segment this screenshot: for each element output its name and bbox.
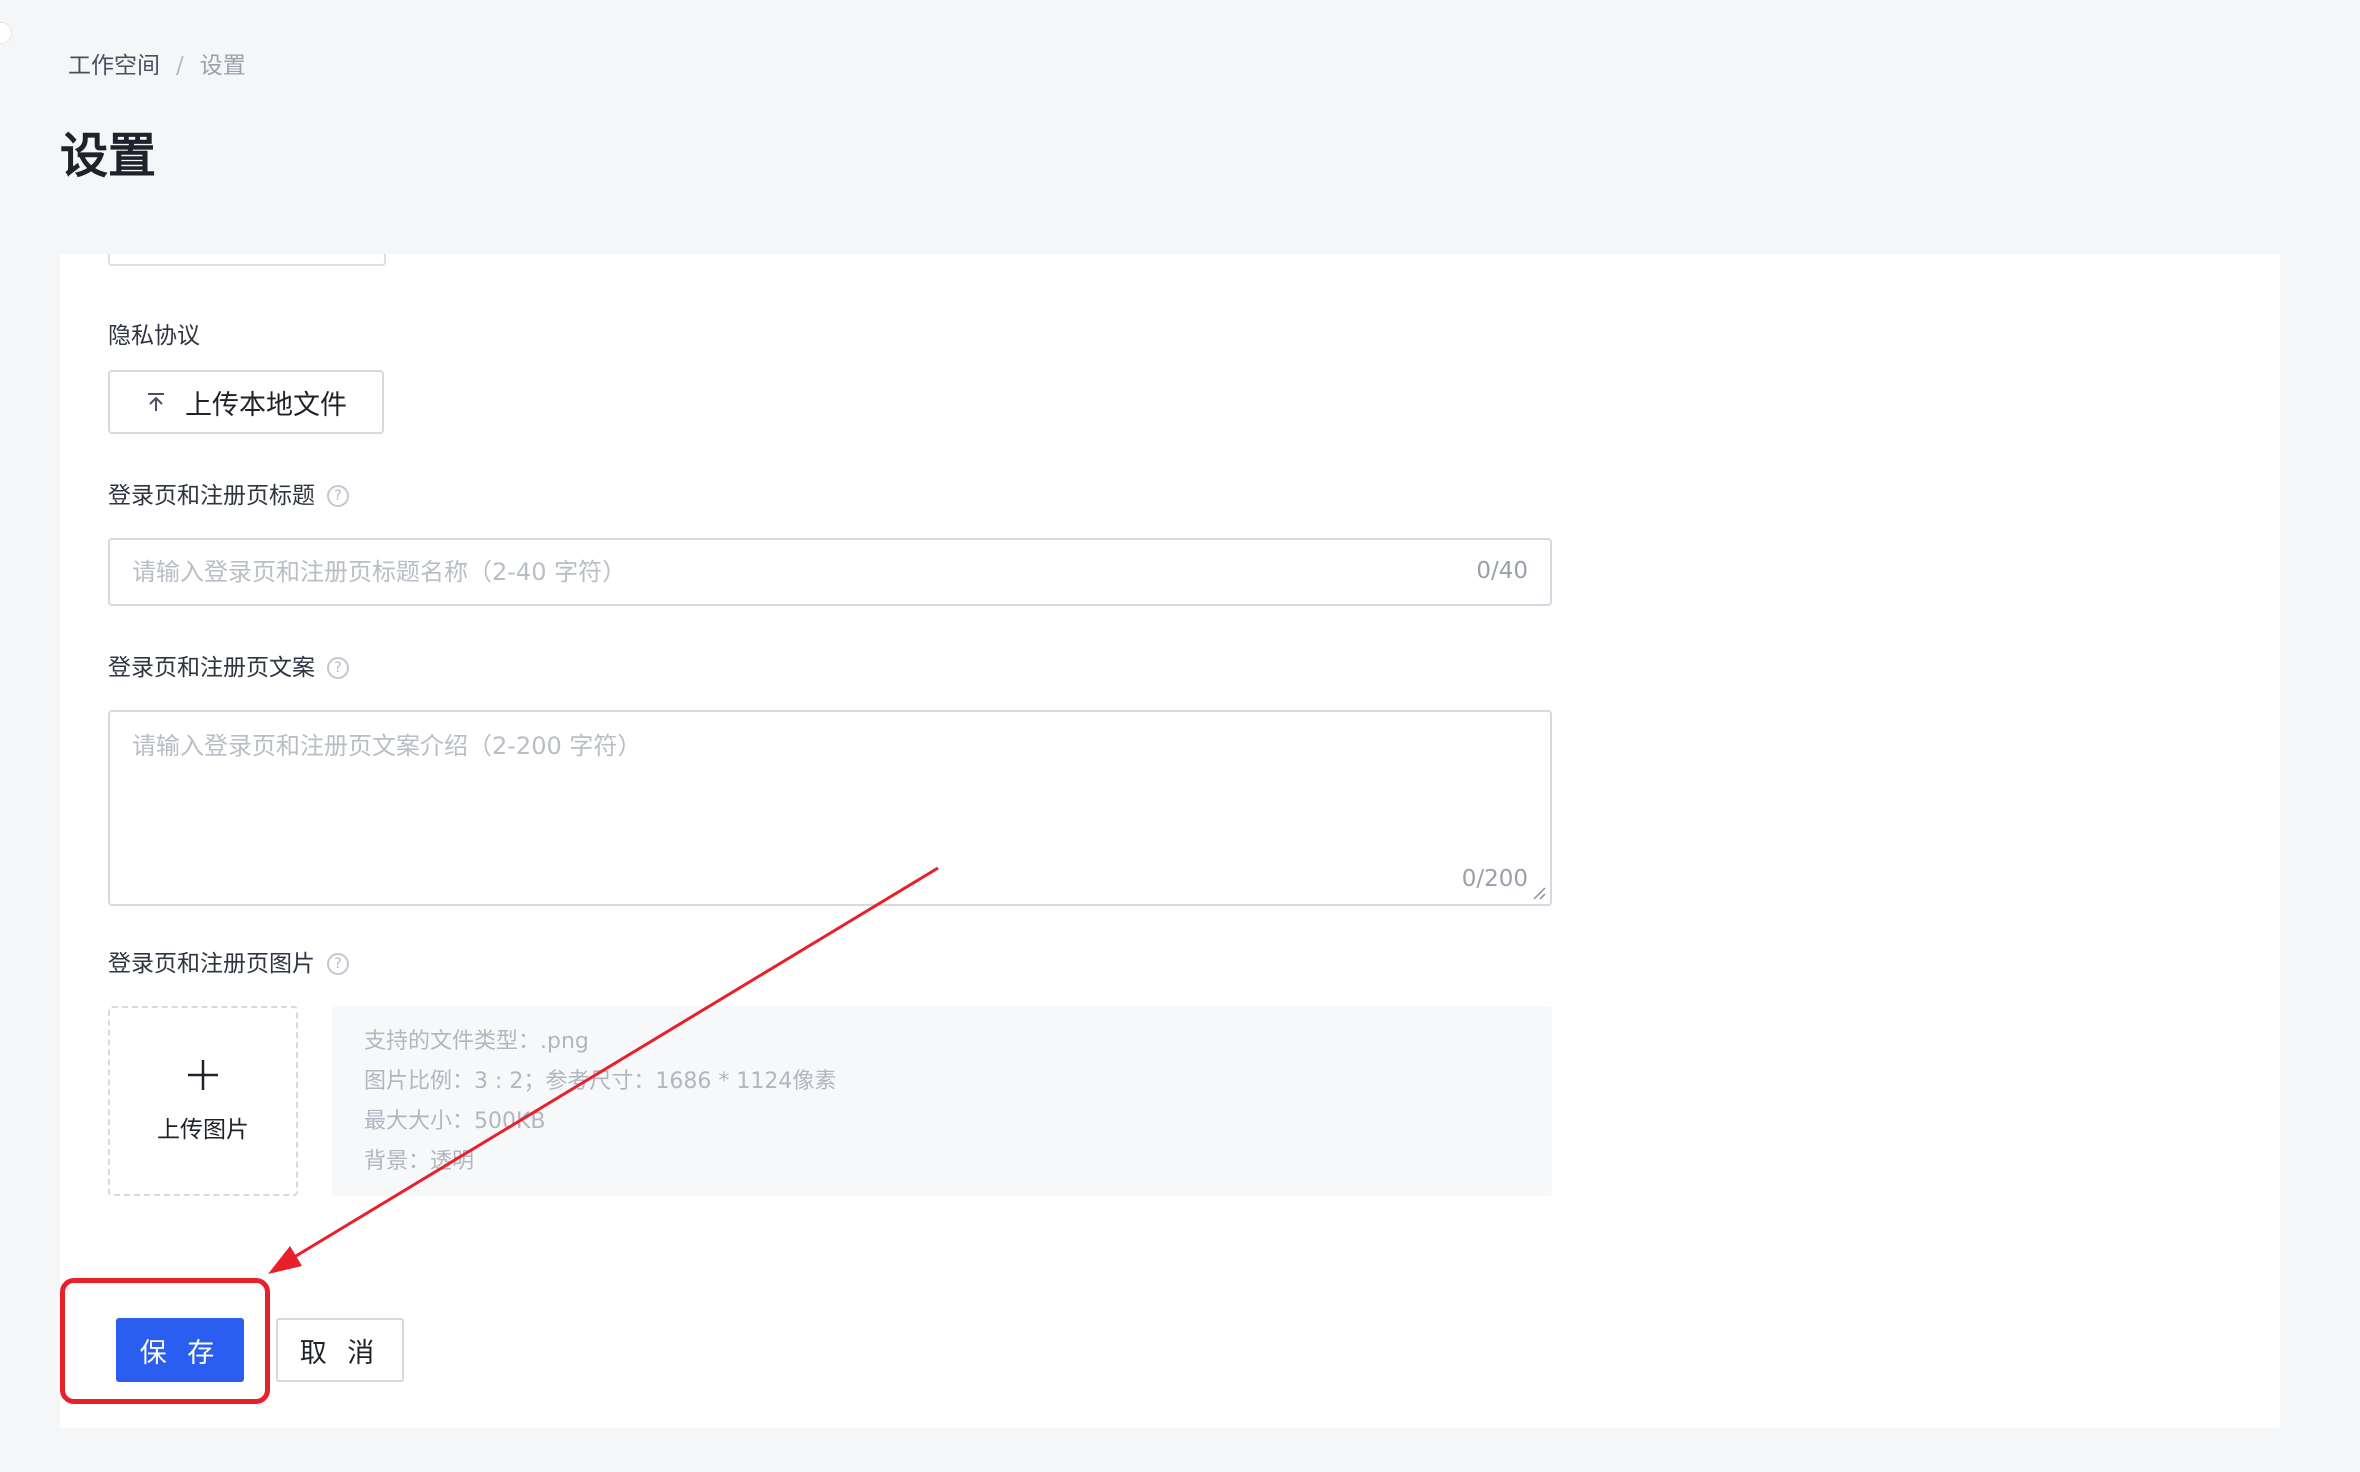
login-title-label-text: 登录页和注册页标题 bbox=[108, 483, 315, 509]
previous-field-edge bbox=[108, 254, 386, 266]
login-copy-label-text: 登录页和注册页文案 bbox=[108, 655, 315, 681]
upload-local-file-label: 上传本地文件 bbox=[185, 389, 347, 420]
privacy-label: 隐私协议 bbox=[108, 320, 200, 352]
corner-handle bbox=[0, 22, 12, 44]
breadcrumb: 工作空间 / 设置 bbox=[68, 50, 246, 82]
login-copy-field: 0/200 bbox=[108, 710, 1552, 906]
cancel-button[interactable]: 取 消 bbox=[276, 1318, 404, 1382]
settings-card: 隐私协议 上传本地文件 登录页和注册页标题 ? 0/40 登录页和注册页文案 ?… bbox=[60, 254, 2280, 1428]
breadcrumb-separator: / bbox=[176, 53, 184, 79]
page-title: 设置 bbox=[60, 128, 157, 184]
plus-icon bbox=[188, 1060, 218, 1090]
login-title-field: 0/40 bbox=[108, 538, 1552, 606]
login-image-label: 登录页和注册页图片 ? bbox=[108, 948, 349, 980]
hint-background: 背景：透明 bbox=[364, 1149, 475, 1174]
upload-image-button[interactable]: 上传图片 bbox=[108, 1006, 298, 1196]
hint-ratio: 图片比例：3 : 2；参考尺寸：1686 * 1124像素 bbox=[364, 1069, 837, 1094]
login-image-label-text: 登录页和注册页图片 bbox=[108, 951, 315, 977]
login-title-counter: 0/40 bbox=[1476, 558, 1528, 584]
help-icon[interactable]: ? bbox=[327, 485, 349, 507]
login-copy-label: 登录页和注册页文案 ? bbox=[108, 652, 349, 684]
help-icon[interactable]: ? bbox=[327, 953, 349, 975]
login-copy-textarea[interactable] bbox=[132, 726, 1512, 846]
image-requirements: 支持的文件类型：.png 图片比例：3 : 2；参考尺寸：1686 * 1124… bbox=[332, 1006, 1552, 1196]
login-copy-counter: 0/200 bbox=[1461, 866, 1528, 892]
help-icon[interactable]: ? bbox=[327, 657, 349, 679]
hint-max-size: 最大大小：500KB bbox=[364, 1109, 546, 1134]
upload-local-file-button[interactable]: 上传本地文件 bbox=[108, 370, 384, 434]
hint-file-type: 支持的文件类型：.png bbox=[364, 1029, 589, 1054]
upload-icon bbox=[148, 393, 164, 411]
breadcrumb-settings: 设置 bbox=[199, 53, 246, 79]
breadcrumb-workspace[interactable]: 工作空间 bbox=[68, 50, 160, 82]
save-button[interactable]: 保 存 bbox=[116, 1318, 244, 1382]
login-title-label: 登录页和注册页标题 ? bbox=[108, 480, 349, 512]
upload-image-label: 上传图片 bbox=[157, 1117, 249, 1143]
resize-handle-icon[interactable] bbox=[1532, 886, 1546, 900]
login-title-input[interactable] bbox=[132, 540, 1412, 604]
privacy-label-text: 隐私协议 bbox=[108, 323, 200, 349]
